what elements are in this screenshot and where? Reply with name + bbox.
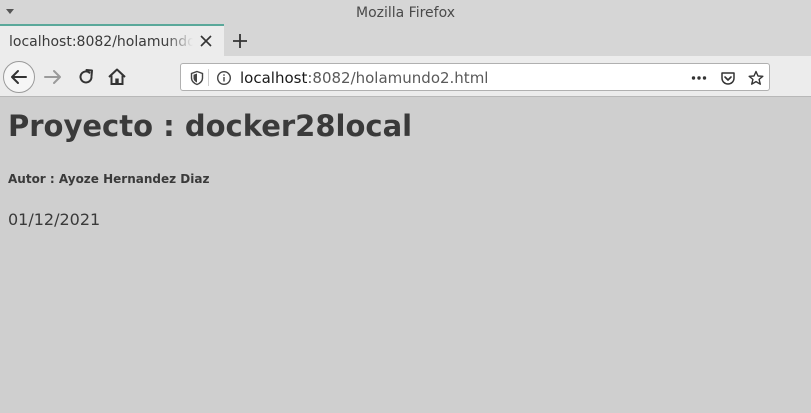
url-bar[interactable]: localhost:8082/holamundo2.html	[180, 63, 770, 91]
page-title: Proyecto : docker28local	[8, 109, 413, 143]
home-icon[interactable]	[107, 67, 127, 87]
page-author: Autor : Ayoze Hernandez Diaz	[8, 172, 210, 186]
close-icon[interactable]	[199, 34, 213, 48]
window-title: Mozilla Firefox	[355, 5, 456, 21]
ellipsis-icon[interactable]	[691, 70, 707, 86]
url-text[interactable]: localhost:8082/holamundo2.html	[240, 69, 488, 87]
window-titlebar: Mozilla Firefox	[0, 0, 811, 26]
url-host: localhost	[240, 69, 308, 87]
page-content: Proyecto : docker28local Autor : Ayoze H…	[0, 97, 811, 413]
star-icon[interactable]	[748, 70, 764, 86]
page-date: 01/12/2021	[8, 210, 101, 229]
pocket-icon[interactable]	[720, 70, 736, 86]
tab-strip: localhost:8082/holamundo2.html	[0, 24, 811, 56]
tab-label: localhost:8082/holamundo2.html	[9, 34, 193, 50]
navigation-toolbar: localhost:8082/holamundo2.html	[0, 56, 811, 97]
back-button[interactable]	[3, 61, 35, 93]
tab-active[interactable]: localhost:8082/holamundo2.html	[0, 24, 224, 56]
plus-icon[interactable]	[231, 32, 249, 50]
url-path: :8082/holamundo2.html	[307, 69, 489, 87]
reload-icon[interactable]	[76, 67, 96, 87]
arrow-right-icon[interactable]	[43, 67, 63, 87]
arrow-left-icon	[11, 70, 27, 84]
info-icon[interactable]	[216, 70, 232, 86]
urlbar-divider	[208, 69, 209, 86]
shield-icon[interactable]	[189, 70, 205, 86]
